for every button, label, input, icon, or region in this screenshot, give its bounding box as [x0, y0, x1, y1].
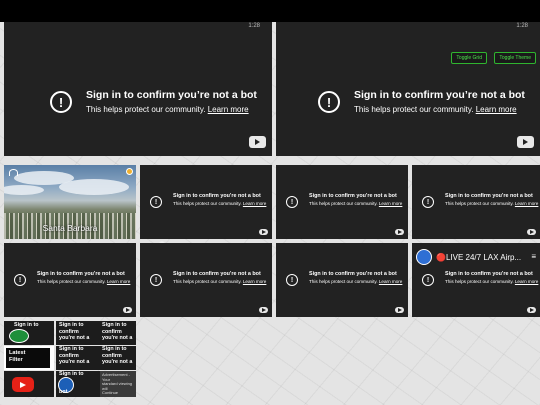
alert-icon: !	[422, 196, 434, 208]
mini-grid-4[interactable]: Latest Filter	[4, 346, 54, 370]
youtube-icon[interactable]	[395, 307, 404, 313]
message-sub: This helps protect our community. Learn …	[354, 105, 517, 114]
learn-more-link[interactable]: Learn more	[515, 279, 539, 284]
alert-icon: !	[422, 274, 434, 286]
video-header: 🔴LIVE 24/7 LAX Airp...	[416, 249, 521, 265]
message-title: Sign in to confirm you’re not a bot	[445, 193, 533, 199]
mini-title: Sign in to confirm you're not a	[102, 322, 133, 341]
alert-icon: !	[150, 196, 162, 208]
youtube-icon[interactable]	[123, 307, 132, 313]
video-player-4[interactable]: ! Sign in to confirm you’re not a bot Th…	[140, 165, 272, 239]
cloud	[59, 179, 129, 195]
youtube-logo-icon	[12, 377, 34, 392]
video-player-9[interactable]: ! Sign in to confirm you’re not a bot Th…	[276, 243, 408, 317]
bot-check-message: ! Sign in to confirm you’re not a bot Th…	[422, 193, 540, 208]
learn-more-link[interactable]: Learn more	[243, 279, 267, 284]
youtube-icon[interactable]	[395, 229, 404, 235]
mini-grid-9[interactable]: Advertisement - Your standard viewing wil…	[100, 371, 136, 397]
bot-check-message: ! Sign in to confirm you’re not a bot Th…	[150, 193, 269, 208]
playlist-icon[interactable]: ≡	[531, 252, 536, 261]
mini-title: bot	[59, 389, 68, 395]
time-label: 1:28	[516, 23, 528, 29]
message-title: Sign in to confirm you’re not a bot	[309, 193, 397, 199]
alert-icon: !	[286, 196, 298, 208]
message-title: Sign in to confirm you’re not a bot	[309, 271, 397, 277]
bot-check-message: ! Sign in to confirm you’re not a bot Th…	[150, 271, 269, 286]
alert-icon: !	[14, 274, 26, 286]
mini-grid-3[interactable]: Sign in to confirm you're not a	[100, 321, 136, 345]
toggle-grid-button[interactable]: Toggle Grid	[451, 52, 487, 64]
mini-grid-6[interactable]: Sign in to confirm you're not a	[100, 346, 136, 370]
message-title: Sign in to confirm you’re not a bot	[354, 89, 525, 101]
youtube-icon[interactable]	[527, 307, 536, 313]
channel-badge-icon	[126, 168, 133, 175]
bot-check-message: ! Sign in to confirm you’re not a bot Th…	[318, 88, 525, 116]
santa-barbara-video[interactable]: Santa Barbara	[4, 165, 136, 239]
toggle-theme-button[interactable]: Toggle Theme	[494, 52, 536, 64]
mini-grid-7[interactable]	[4, 371, 54, 397]
mini-grid-2[interactable]: Sign in to confirm you're not a	[56, 321, 100, 345]
bot-check-message: ! Sign in to confirm you’re not a bot Th…	[422, 271, 540, 286]
mini-title: Sign in to	[14, 322, 39, 328]
learn-more-link[interactable]: Learn more	[243, 201, 267, 206]
mini-title: Sign in to confirm you're not a	[102, 346, 133, 365]
video-title[interactable]: 🔴LIVE 24/7 LAX Airp...	[436, 253, 521, 262]
alert-icon: !	[318, 91, 340, 113]
channel-logo-icon	[9, 329, 29, 343]
cloud	[4, 185, 44, 195]
message-sub: This helps protect our community. Learn …	[445, 201, 539, 206]
mini-title: Sign in to confirm you're not a	[59, 346, 90, 365]
bot-check-message: ! Sign in to confirm you’re not a bot Th…	[50, 88, 257, 116]
youtube-icon[interactable]	[249, 136, 266, 148]
learn-more-link[interactable]: Learn more	[208, 105, 249, 114]
message-sub: This helps protect our community. Learn …	[173, 201, 267, 206]
time-label: 1:28	[248, 23, 260, 29]
alert-icon: !	[286, 274, 298, 286]
video-player-2[interactable]: 1:28 ! Sign in to confirm you’re not a b…	[276, 22, 540, 156]
learn-more-link[interactable]: Learn more	[476, 105, 517, 114]
location-caption: Santa Barbara	[42, 223, 98, 233]
message-title: Sign in to confirm you’re not a bot	[37, 271, 125, 277]
youtube-icon[interactable]	[259, 229, 268, 235]
bot-check-message: ! Sign in to confirm you’re not a bot Th…	[286, 271, 405, 286]
alert-icon: !	[50, 91, 72, 113]
youtube-icon[interactable]	[517, 136, 534, 148]
channel-logo-icon	[9, 169, 18, 176]
alert-icon: !	[150, 274, 162, 286]
video-player-6[interactable]: ! Sign in to confirm you’re not a bot Th…	[412, 165, 540, 239]
message-sub: This helps protect our community. Learn …	[173, 279, 267, 284]
message-title: Sign in to confirm you’re not a bot	[173, 193, 261, 199]
message-sub: This helps protect our community. Learn …	[309, 201, 403, 206]
mini-grid-8[interactable]: Sign in to bot	[56, 371, 100, 397]
message-sub: This helps protect our community. Learn …	[37, 279, 131, 284]
message-sub: This helps protect our community. Learn …	[309, 279, 403, 284]
learn-more-link[interactable]: Learn more	[379, 201, 403, 206]
lax-live-video[interactable]: 🔴LIVE 24/7 LAX Airp... ≡ ! Sign in to co…	[412, 243, 540, 317]
mini-title: Latest Filter	[9, 350, 26, 363]
youtube-icon[interactable]	[259, 307, 268, 313]
channel-avatar[interactable]	[416, 249, 432, 265]
advert-text: Advertisement - Your standard viewing wil…	[102, 372, 133, 396]
bot-check-message: ! Sign in to confirm you’re not a bot Th…	[14, 271, 133, 286]
mini-grid-5[interactable]: Sign in to confirm you're not a	[56, 346, 100, 370]
video-player-8[interactable]: ! Sign in to confirm you’re not a bot Th…	[140, 243, 272, 317]
learn-more-link[interactable]: Learn more	[515, 201, 539, 206]
learn-more-link[interactable]: Learn more	[379, 279, 403, 284]
bot-check-message: ! Sign in to confirm you’re not a bot Th…	[286, 193, 405, 208]
mini-title: Sign in to	[59, 371, 84, 377]
video-player-1[interactable]: 1:28 ! Sign in to confirm you’re not a b…	[4, 22, 272, 156]
mini-title: Sign in to confirm you're not a	[59, 322, 90, 341]
video-player-7[interactable]: ! Sign in to confirm you’re not a bot Th…	[4, 243, 136, 317]
learn-more-link[interactable]: Learn more	[107, 279, 131, 284]
message-title: Sign in to confirm you’re not a bot	[86, 89, 257, 101]
message-title: Sign in to confirm you’re not a bot	[445, 271, 533, 277]
video-player-5[interactable]: ! Sign in to confirm you’re not a bot Th…	[276, 165, 408, 239]
youtube-icon[interactable]	[527, 229, 536, 235]
message-sub: This helps protect our community. Learn …	[86, 105, 249, 114]
mini-grid-1[interactable]: Sign in to	[4, 321, 54, 345]
message-sub: This helps protect our community. Learn …	[445, 279, 539, 284]
message-title: Sign in to confirm you’re not a bot	[173, 271, 261, 277]
top-bar	[0, 0, 540, 22]
